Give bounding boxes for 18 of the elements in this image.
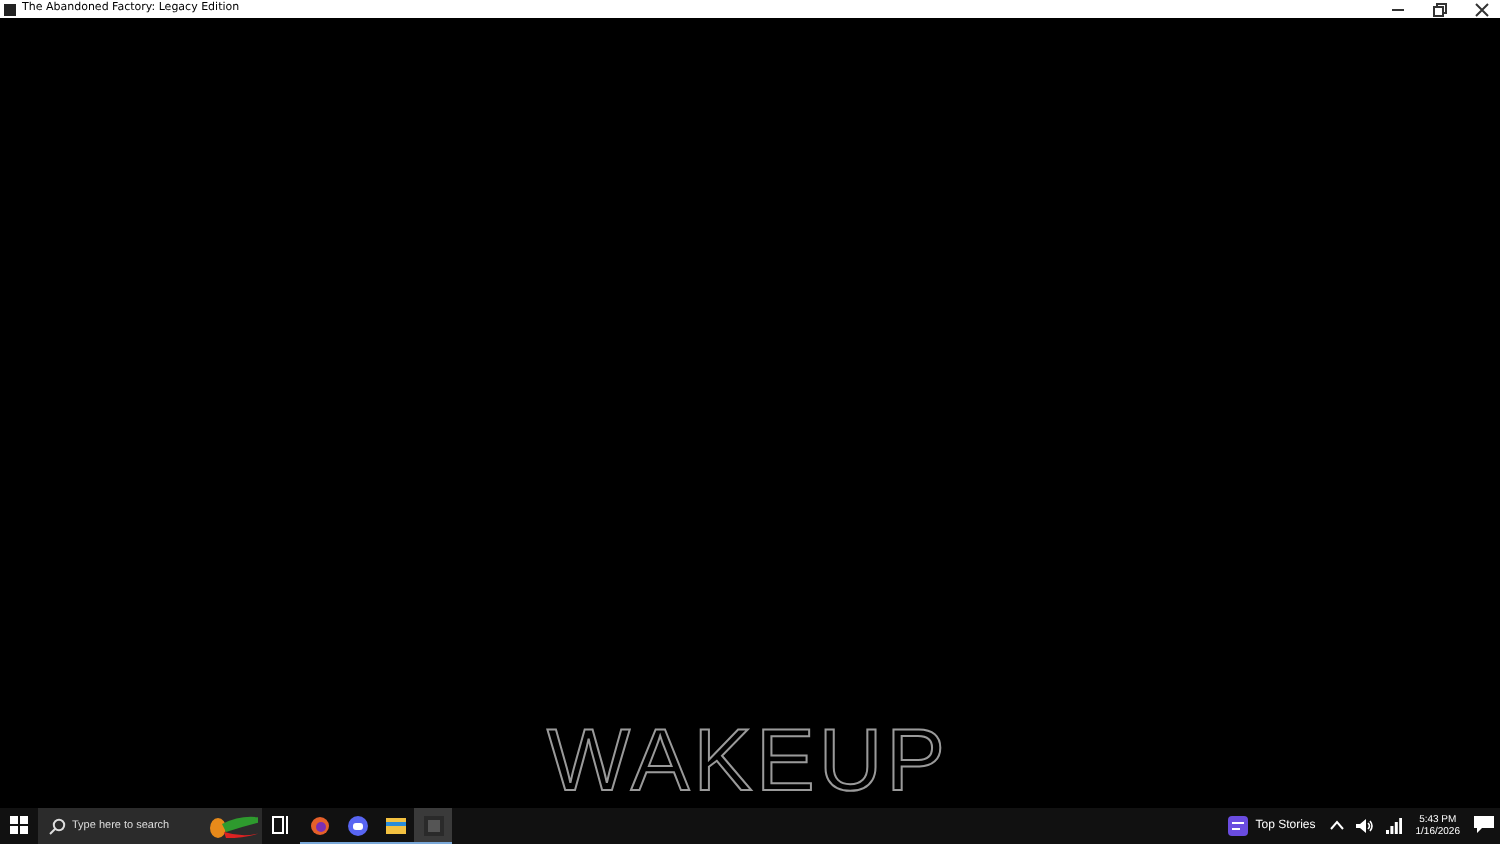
restore-icon bbox=[1432, 1, 1448, 17]
notification-icon bbox=[1474, 816, 1494, 834]
task-view-icon bbox=[272, 816, 290, 834]
speaker-icon bbox=[1355, 817, 1374, 833]
scribbled-caption: WAKEUP bbox=[546, 716, 950, 808]
app-icon bbox=[4, 3, 16, 15]
folder-icon bbox=[385, 816, 405, 834]
windows-icon bbox=[10, 816, 28, 834]
chevron-up-icon bbox=[1329, 820, 1344, 830]
peppers-drawing bbox=[206, 812, 258, 840]
search-icon bbox=[48, 817, 66, 835]
discord-icon bbox=[347, 815, 367, 835]
news-icon bbox=[1227, 815, 1248, 835]
network-icon bbox=[1385, 817, 1402, 833]
taskbar-app-button[interactable] bbox=[414, 808, 452, 844]
game-window-icon bbox=[423, 815, 443, 835]
firefox-icon bbox=[309, 815, 329, 835]
close-icon bbox=[1474, 1, 1490, 17]
